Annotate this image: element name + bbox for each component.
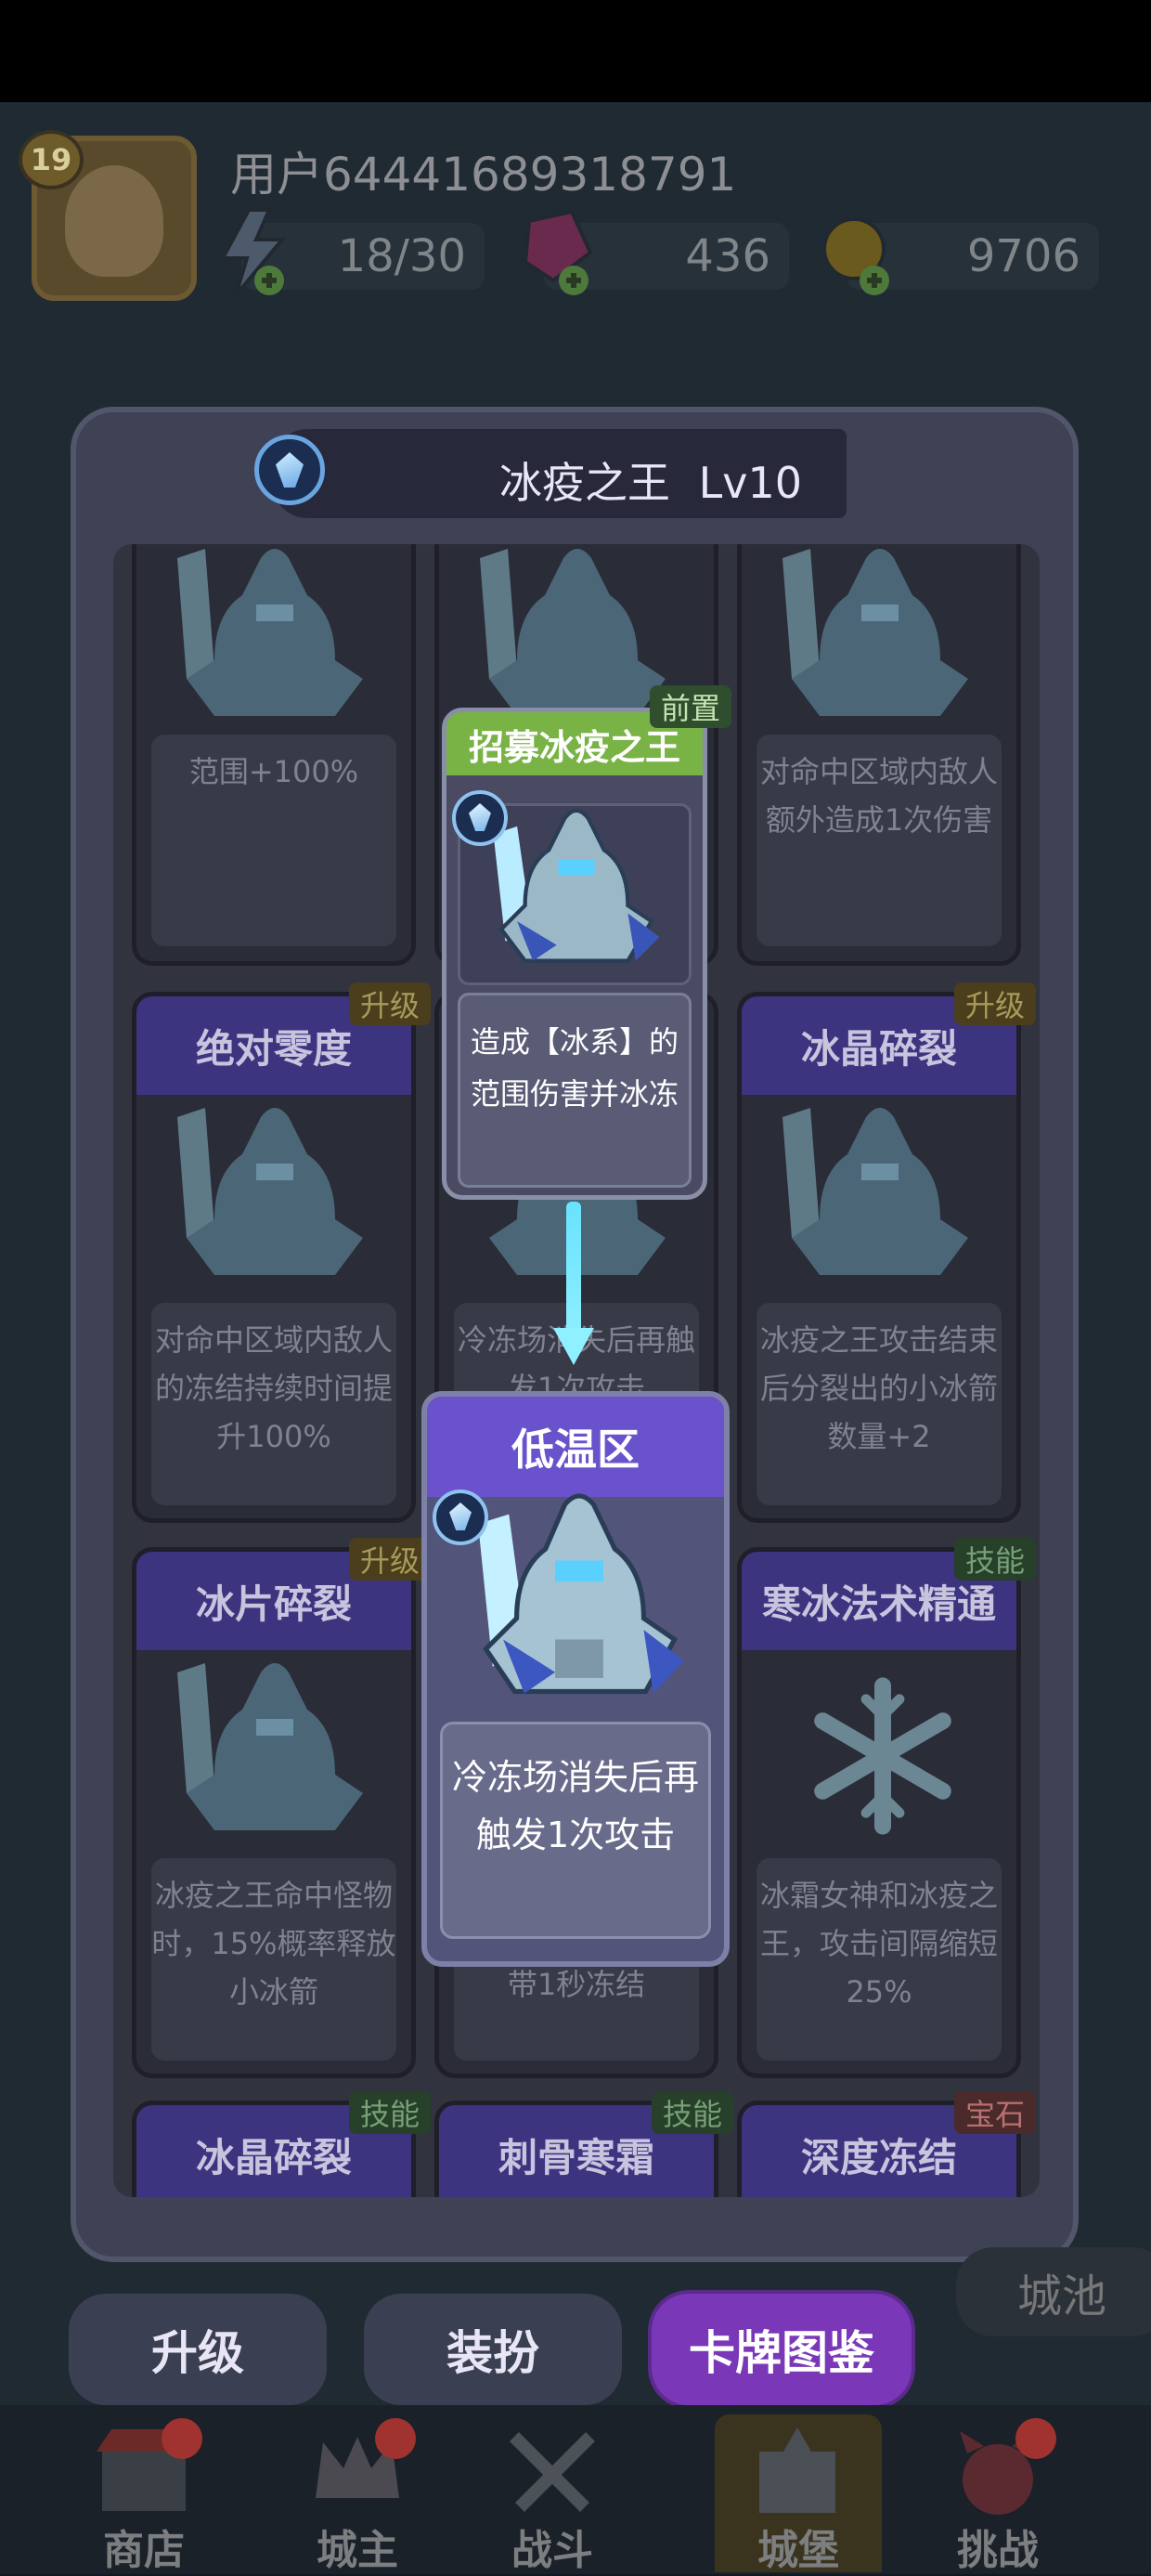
modal-title-bar: 冰疫之王 Lv10 (254, 429, 847, 518)
card-desc: 范围+100% (151, 735, 396, 946)
nav-battle[interactable]: 战斗 (483, 2414, 622, 2574)
nav-challenge[interactable]: 挑战 (928, 2414, 1067, 2574)
notification-dot (375, 2418, 416, 2459)
username: 用户64441689318791 (230, 148, 737, 202)
city-button[interactable]: 城池 (956, 2247, 1151, 2336)
card-desc: 冰霜女神和冰疫之王，攻击间隔缩短25% (757, 1858, 1002, 2061)
selected-skill-card[interactable]: 低温区 冷冻场消失后再触发1次攻击 (421, 1391, 730, 1967)
selected-skill-desc: 冷冻场消失后再触发1次攻击 (440, 1722, 711, 1939)
nav-battle-label: 战斗 (511, 2527, 593, 2574)
skill-badge: 技能 (954, 1538, 1037, 1581)
modal-title-level: Lv10 (698, 458, 803, 508)
selected-skill-title: 低温区 (427, 1397, 724, 1497)
nav-lord-label: 城主 (317, 2527, 398, 2574)
nav-castle-label: 城堡 (757, 2527, 839, 2574)
castle-icon (759, 2427, 835, 2513)
prerequisite-desc: 造成【冰系】的范围伤害并冰冻 (458, 993, 692, 1188)
skill-card[interactable]: 寒冰法术精通 冰霜女神和冰疫之王，攻击间隔缩短25% (737, 1547, 1021, 2078)
nav-shop[interactable]: 商店 (74, 2414, 213, 2574)
nav-castle[interactable]: 城堡 (715, 2414, 882, 2574)
card-desc: 冰疫之王攻击结束后分裂出的小冰箭数量+2 (757, 1303, 1002, 1505)
modal-title: 冰疫之王 Lv10 (499, 449, 802, 511)
gem-value: 436 (685, 230, 770, 282)
crossed-swords-icon (510, 2432, 595, 2512)
ice-king-hero-icon (782, 1108, 968, 1275)
skill-badge: 技能 (652, 2091, 734, 2134)
lightning-add-icon[interactable] (212, 206, 295, 299)
upgrade-badge: 升级 (349, 1538, 432, 1581)
notification-dot (162, 2418, 202, 2459)
nav-challenge-label: 挑战 (957, 2527, 1039, 2574)
ice-gem-icon (452, 790, 508, 846)
gold-coin-add-icon[interactable] (817, 206, 900, 299)
gem-add-icon[interactable] (516, 206, 600, 299)
notification-dot (1015, 2418, 1056, 2459)
avatar-face (65, 165, 163, 277)
skill-card[interactable]: 冰晶碎裂 冰疫之王攻击结束后分裂出的小冰箭数量+2 (737, 992, 1021, 1523)
card-desc: 冰疫之王命中怪物时，15%概率释放小冰箭 (151, 1858, 396, 2061)
ice-gem-icon (433, 1490, 488, 1545)
snowflake-icon (814, 1677, 951, 1835)
prerequisite-badge: 前置 (650, 685, 732, 728)
flow-arrow-shaft (566, 1202, 581, 1341)
ice-king-hero-icon (782, 549, 968, 716)
skill-badge: 技能 (349, 2091, 432, 2134)
prerequisite-card[interactable]: 招募冰疫之王 造成【冰系】的范围伤害并冰冻 (442, 708, 707, 1200)
ice-king-hero-icon (478, 1493, 685, 1695)
card-desc: 对命中区域内敌人的冻结持续时间提升100% (151, 1303, 396, 1505)
upgrade-badge: 升级 (349, 982, 432, 1025)
skill-card[interactable]: 对命中区域内敌人额外造成1次伤害 (737, 544, 1021, 966)
gold-value: 9706 (966, 230, 1080, 282)
skill-card[interactable]: 范围+100% (132, 544, 416, 966)
nav-lord[interactable]: 城主 (288, 2414, 427, 2574)
skill-card[interactable]: 冰片碎裂 冰疫之王命中怪物时，15%概率释放小冰箭 (132, 1547, 416, 2078)
skill-card[interactable]: 绝对零度 对命中区域内敌人的冻结持续时间提升100% (132, 992, 416, 1523)
player-level-badge: 19 (19, 130, 84, 189)
upgrade-badge: 升级 (954, 982, 1037, 1025)
tab-upgrade[interactable]: 升级 (69, 2294, 327, 2405)
status-bar (0, 0, 1151, 102)
tab-card-collection[interactable]: 卡牌图鉴 (652, 2294, 912, 2405)
ice-king-hero-icon (177, 1663, 363, 1830)
tab-dress[interactable]: 装扮 (364, 2294, 622, 2405)
energy-value: 18/30 (337, 230, 466, 282)
nav-shop-label: 商店 (103, 2527, 185, 2574)
ice-king-hero-icon (177, 1108, 363, 1275)
ice-gem-icon (254, 435, 325, 505)
modal-title-name: 冰疫之王 (499, 458, 670, 508)
ice-king-hero-icon (177, 549, 363, 716)
gem-badge: 宝石 (954, 2091, 1037, 2134)
card-desc: 对命中区域内敌人额外造成1次伤害 (757, 735, 1002, 946)
